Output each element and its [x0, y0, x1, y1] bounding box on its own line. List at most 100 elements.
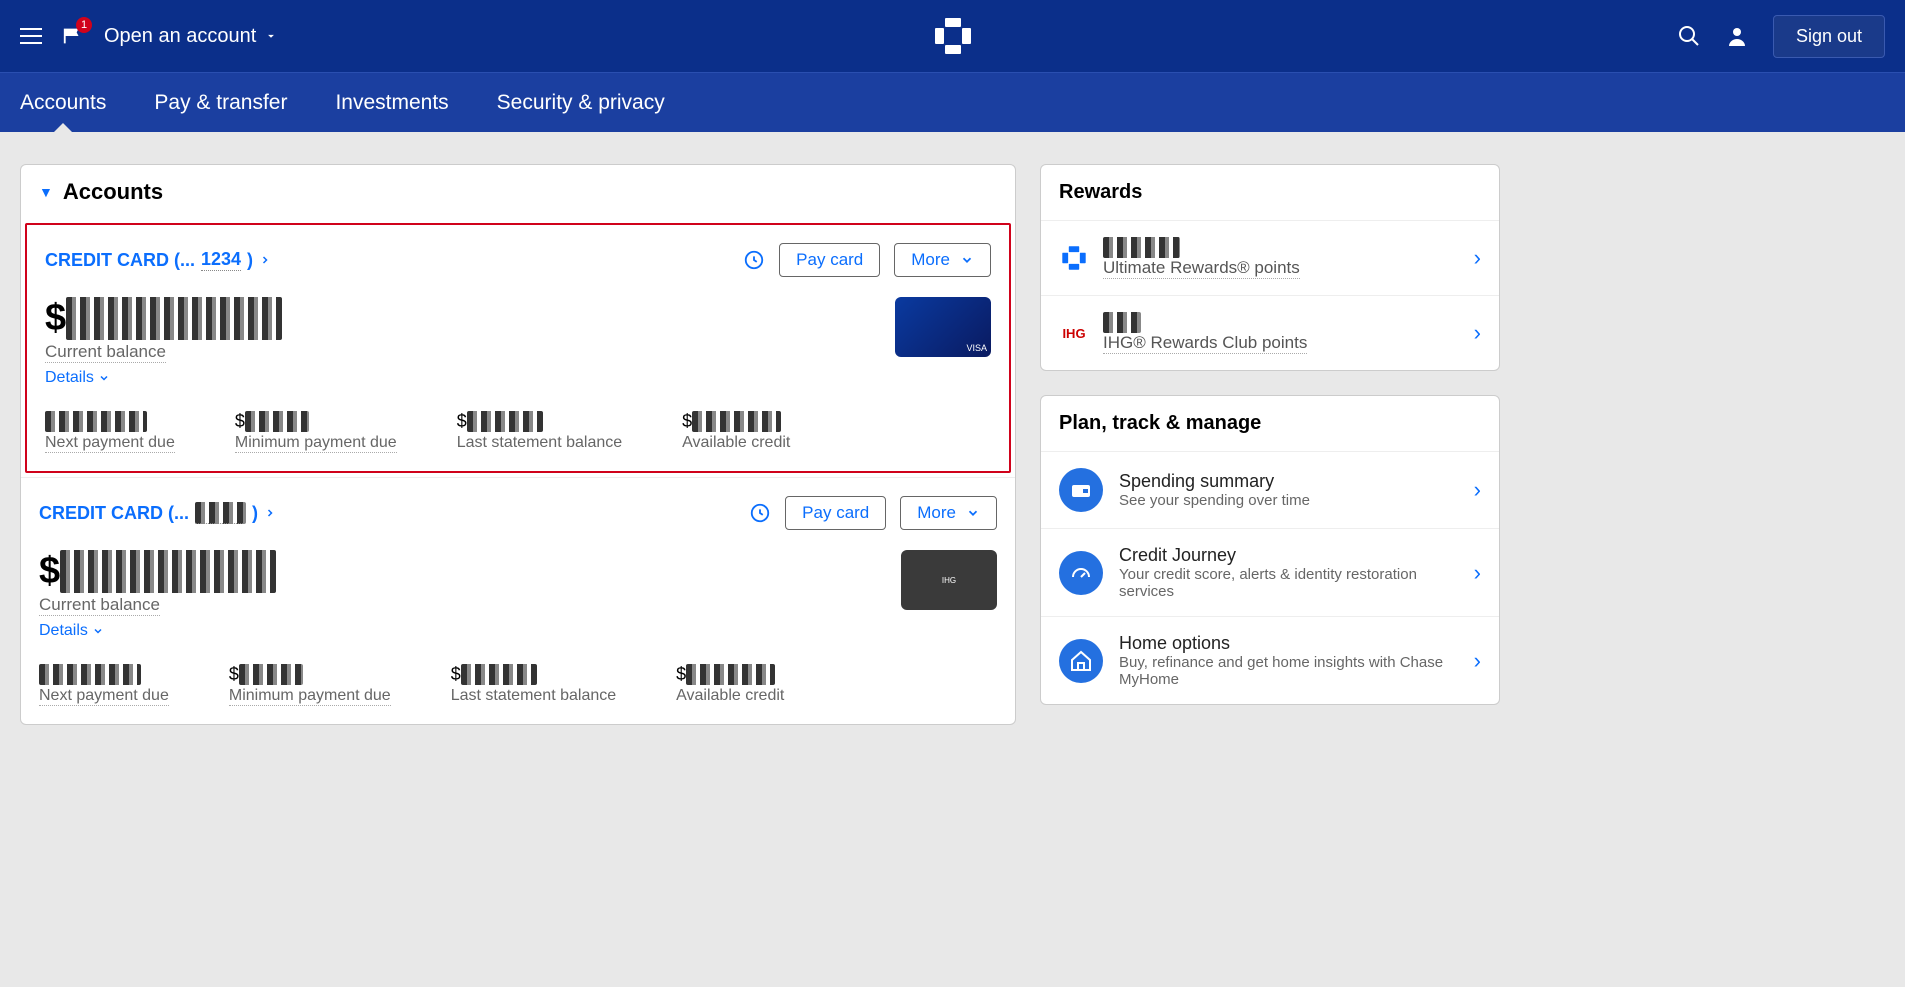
account-stats: ████████ Next payment due $█████ Minimum…: [39, 664, 997, 706]
refresh-button[interactable]: [743, 249, 765, 271]
account-title-suffix: ): [252, 503, 258, 524]
open-account-link[interactable]: Open an account: [104, 25, 278, 48]
stat-min-payment: $█████ Minimum payment due: [235, 411, 397, 453]
current-balance-amount: $████████: [45, 297, 282, 340]
notifications-button[interactable]: 1: [62, 25, 84, 47]
nav-investments[interactable]: Investments: [335, 73, 448, 133]
notification-badge: 1: [76, 17, 92, 33]
main-nav: Accounts Pay & transfer Investments Secu…: [0, 72, 1905, 132]
chevron-right-icon: [264, 507, 276, 519]
account-card-header: CREDIT CARD (... 1234) Pay card More: [45, 243, 991, 277]
menu-button[interactable]: [20, 28, 42, 44]
card-image: IHG: [901, 550, 997, 610]
triangle-down-icon: ▼: [39, 184, 53, 200]
content: ▼ Accounts CREDIT CARD (... 1234) Pay car…: [0, 132, 1520, 757]
stat-label: Next payment due: [45, 434, 175, 453]
chevron-right-icon: [259, 254, 271, 266]
plan-item-desc: Buy, refinance and get home insights wit…: [1119, 654, 1458, 688]
stat-label: Next payment due: [39, 687, 169, 706]
plan-item-credit-journey[interactable]: Credit Journey Your credit score, alerts…: [1041, 528, 1499, 616]
pay-card-button[interactable]: Pay card: [779, 243, 880, 277]
search-icon: [1677, 24, 1701, 48]
details-label: Details: [39, 622, 88, 640]
more-label: More: [911, 250, 950, 270]
nav-accounts[interactable]: Accounts: [20, 73, 106, 133]
rewards-title: Rewards: [1041, 165, 1499, 220]
chevron-right-icon: ›: [1474, 245, 1481, 271]
reward-item-ihg[interactable]: IHG ███ IHG® Rewards Club points ›: [1041, 295, 1499, 370]
card-network-label: IHG: [942, 576, 956, 585]
details-toggle[interactable]: Details: [45, 369, 282, 387]
chevron-right-icon: ›: [1474, 648, 1481, 674]
refresh-button[interactable]: [749, 502, 771, 524]
stat-label: Last statement balance: [457, 434, 622, 452]
refresh-icon: [749, 502, 771, 524]
account-stats: ████████ Next payment due $█████ Minimum…: [45, 411, 991, 453]
chevron-down-icon: [92, 625, 104, 637]
more-button[interactable]: More: [894, 243, 991, 277]
stat-last-statement: $██████ Last statement balance: [457, 411, 622, 453]
account-last4: 1234: [201, 249, 241, 271]
chevron-down-icon: [98, 372, 110, 384]
search-button[interactable]: [1677, 24, 1701, 48]
current-balance-label: Current balance: [45, 342, 166, 363]
accounts-section-title: Accounts: [63, 179, 163, 205]
open-account-label: Open an account: [104, 25, 256, 48]
chevron-down-icon: [960, 253, 974, 267]
card-network-label: VISA: [966, 343, 987, 353]
account-actions: Pay card More: [749, 496, 997, 530]
gauge-icon: [1059, 551, 1103, 595]
chevron-right-icon: ›: [1474, 477, 1481, 503]
stat-min-payment: $█████ Minimum payment due: [229, 664, 391, 706]
account-title-link[interactable]: CREDIT CARD (...████): [39, 502, 276, 524]
chase-logo[interactable]: [933, 16, 973, 56]
plan-item-spending[interactable]: Spending summary See your spending over …: [1041, 451, 1499, 528]
stat-next-payment: ████████ Next payment due: [39, 664, 169, 706]
plan-item-desc: See your spending over time: [1119, 492, 1458, 509]
stat-label: Minimum payment due: [235, 434, 397, 453]
chevron-right-icon: ›: [1474, 320, 1481, 346]
more-label: More: [917, 503, 956, 523]
account-title-prefix: CREDIT CARD (...: [45, 250, 195, 271]
stat-label: Available credit: [676, 687, 784, 705]
reward-text: ███ IHG® Rewards Club points: [1103, 312, 1460, 354]
nav-pay-transfer[interactable]: Pay & transfer: [154, 73, 287, 133]
plan-item-title: Spending summary: [1119, 471, 1458, 492]
refresh-icon: [743, 249, 765, 271]
nav-security-privacy[interactable]: Security & privacy: [497, 73, 665, 133]
user-icon: [1725, 24, 1749, 48]
chase-logo-icon: [1061, 245, 1087, 271]
chase-logo-small: [1059, 243, 1089, 273]
stat-available-credit: $███████ Available credit: [676, 664, 784, 706]
sign-out-button[interactable]: Sign out: [1773, 15, 1885, 58]
balance-block: $████████ Current balance Details: [39, 550, 276, 640]
plan-panel: Plan, track & manage Spending summary Se…: [1040, 395, 1500, 705]
plan-item-title: Home options: [1119, 633, 1458, 654]
account-card-2: CREDIT CARD (...████) Pay card More: [21, 477, 1015, 724]
stat-label: Available credit: [682, 434, 790, 452]
top-bar-left: 1 Open an account: [20, 25, 278, 48]
account-body: $████████ Current balance Details IHG: [39, 550, 997, 640]
plan-title: Plan, track & manage: [1041, 396, 1499, 451]
pay-card-button[interactable]: Pay card: [785, 496, 886, 530]
account-title-link[interactable]: CREDIT CARD (... 1234): [45, 249, 271, 271]
home-icon: [1059, 639, 1103, 683]
card-image: VISA: [895, 297, 991, 357]
reward-item-ultimate[interactable]: ██████ Ultimate Rewards® points ›: [1041, 220, 1499, 295]
account-body: $████████ Current balance Details VISA: [45, 297, 991, 387]
main-column: ▼ Accounts CREDIT CARD (... 1234) Pay car…: [20, 164, 1016, 725]
details-toggle[interactable]: Details: [39, 622, 276, 640]
profile-button[interactable]: [1725, 24, 1749, 48]
accounts-section-toggle[interactable]: ▼ Accounts: [21, 165, 1015, 219]
current-balance-amount: $████████: [39, 550, 276, 593]
wallet-icon: [1059, 468, 1103, 512]
reward-label: IHG® Rewards Club points: [1103, 333, 1307, 354]
more-button[interactable]: More: [900, 496, 997, 530]
top-bar: 1 Open an account Sign out: [0, 0, 1905, 72]
account-card-header: CREDIT CARD (...████) Pay card More: [39, 496, 997, 530]
plan-item-home-options[interactable]: Home options Buy, refinance and get home…: [1041, 616, 1499, 704]
rewards-panel: Rewards ██████ Ultimate Rewards® points …: [1040, 164, 1500, 371]
reward-label: Ultimate Rewards® points: [1103, 258, 1300, 279]
account-title-suffix: ): [247, 250, 253, 271]
stat-next-payment: ████████ Next payment due: [45, 411, 175, 453]
